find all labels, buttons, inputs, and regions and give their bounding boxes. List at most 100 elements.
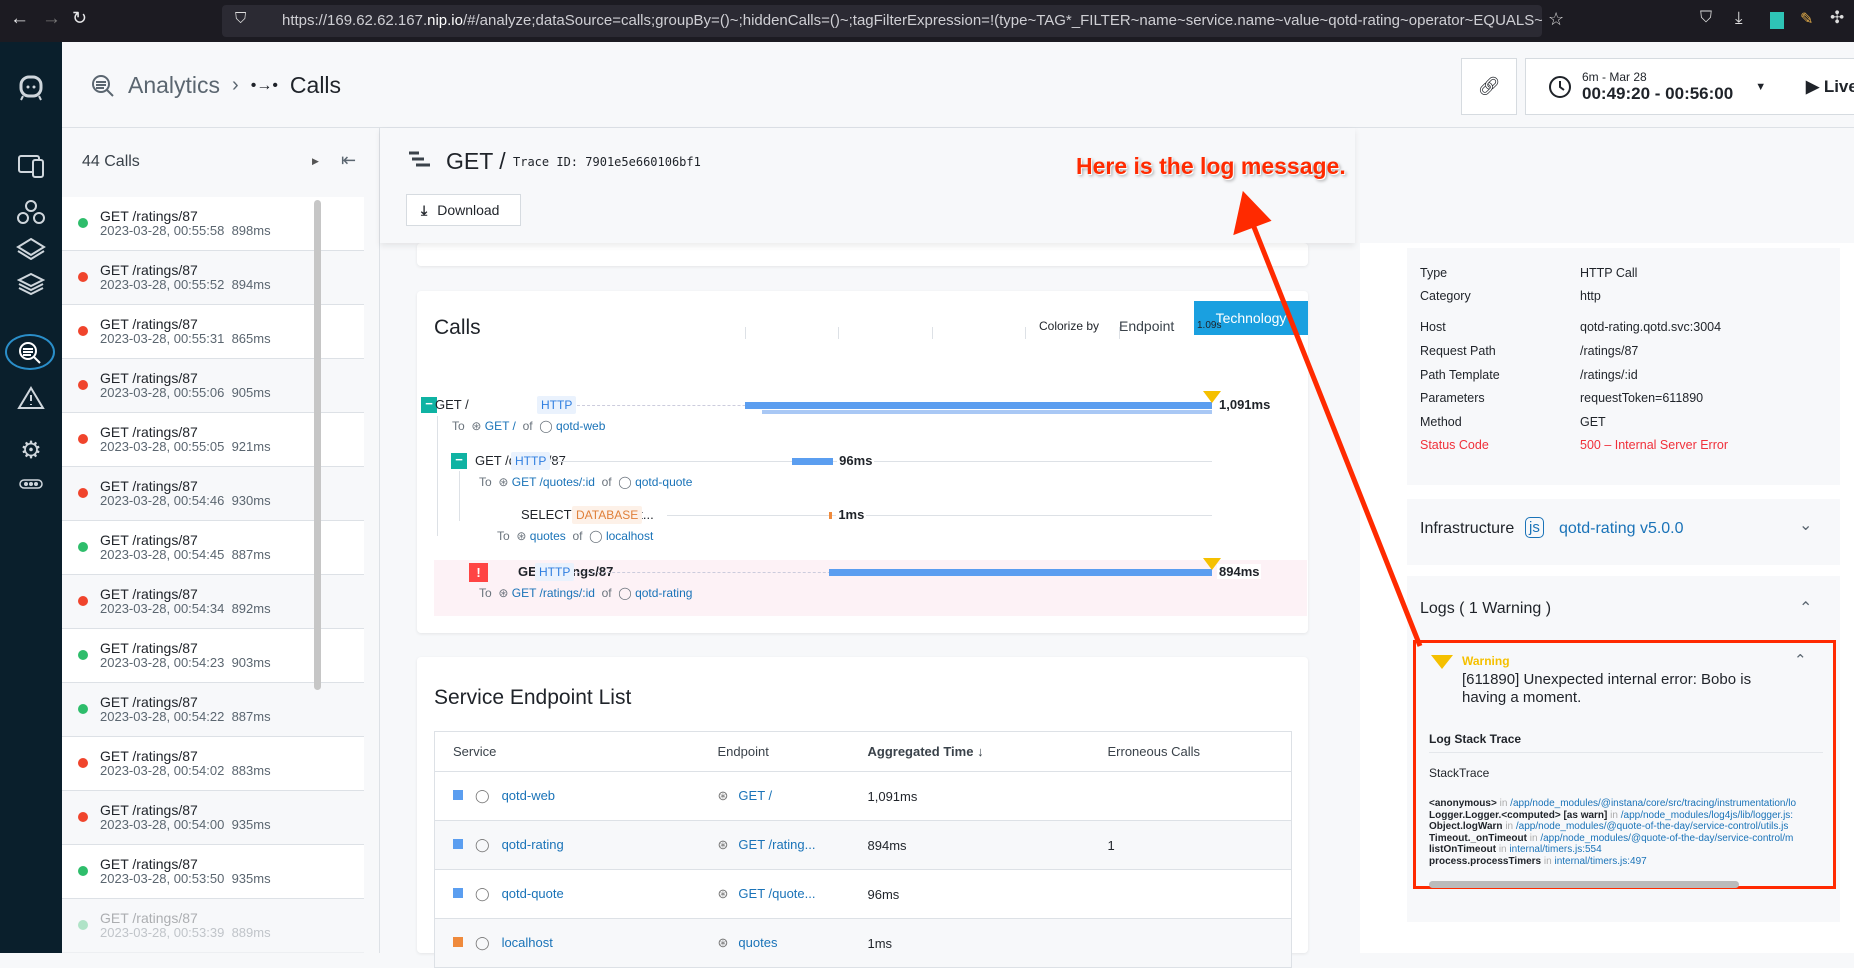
col-service[interactable]: Service <box>435 732 700 772</box>
col-endpoint[interactable]: Endpoint <box>700 732 850 772</box>
service-link[interactable]: qotd-web <box>556 419 605 433</box>
endpoint-row[interactable]: ◯ qotd-quote ⊛ GET /quote... 96ms <box>434 870 1292 919</box>
chevron-up-icon[interactable]: ⌃ <box>1794 651 1807 669</box>
service-link[interactable]: qotd-rating <box>502 837 564 852</box>
to-label: To <box>479 586 492 600</box>
call-list-item[interactable]: GET /ratings/87 2023-03-28, 00:54:22 887… <box>62 683 364 737</box>
endpoint-link[interactable]: GET / <box>485 419 516 433</box>
save-extension-icon[interactable] <box>1770 12 1784 29</box>
duration-bar[interactable] <box>829 569 1212 576</box>
endpoint-link[interactable]: quotes <box>530 529 566 543</box>
endpoint-row[interactable]: ◯ localhost ⊛ quotes 1ms <box>434 918 1292 968</box>
stack-horizontal-scrollbar[interactable] <box>1429 881 1739 888</box>
endpoint-row[interactable]: ◯ qotd-rating ⊛ GET /rating... 894ms 1 <box>434 820 1292 870</box>
breadcrumb-analytics[interactable]: Analytics <box>128 72 220 99</box>
infrastructure-entity-link[interactable]: qotd-rating v5.0.0 <box>1559 520 1684 538</box>
pocket-icon[interactable]: ⛉ <box>1700 9 1712 27</box>
detail-key: Method <box>1420 415 1462 429</box>
frame-location-link[interactable]: /app/node_modules/@instana/core/src/trac… <box>1510 798 1796 809</box>
call-list-item[interactable]: GET /ratings/87 2023-03-28, 00:53:39 889… <box>62 899 364 953</box>
col-aggregated-time[interactable]: Aggregated Time ↓ <box>850 732 1090 772</box>
back-icon[interactable]: ← <box>10 8 29 30</box>
calls-list-scrollbar[interactable] <box>314 200 321 690</box>
more-icon[interactable] <box>13 466 49 502</box>
extension-icon[interactable]: ✎ <box>1800 9 1813 29</box>
duration-bar[interactable] <box>792 458 834 465</box>
time-tick <box>745 327 746 339</box>
puzzle-icon[interactable]: ✣ <box>1830 8 1844 28</box>
collapse-toggle-icon[interactable]: − <box>451 453 467 469</box>
tree-line <box>437 416 438 536</box>
websites-mobile-icon[interactable] <box>13 148 49 184</box>
live-button[interactable]: ▶ Live <box>1782 58 1854 115</box>
events-warning-icon[interactable] <box>13 380 49 416</box>
breadcrumb: Analytics › •→• Calls <box>90 72 341 99</box>
call-time: 2023-03-28, 00:55:31 <box>100 331 225 346</box>
call-time: 2023-03-28, 00:54:02 <box>100 763 225 778</box>
endpoint-row[interactable]: ◯ qotd-web ⊛ GET / 1,091ms <box>434 772 1292 821</box>
download-icon[interactable]: ⤓ <box>1735 8 1743 28</box>
call-duration: 894ms <box>231 277 271 292</box>
call-list-item[interactable]: GET /ratings/87 2023-03-28, 00:54:00 935… <box>62 791 364 845</box>
collapse-panel-icon[interactable]: ⇤ <box>341 150 356 171</box>
endpoint-link[interactable]: GET / <box>738 788 772 803</box>
url-bar[interactable]: https://169.62.62.167.nip.io/#/analyze;d… <box>222 5 1542 37</box>
chevron-down-icon[interactable]: ⌄ <box>1799 515 1812 535</box>
frame-location-link[interactable]: /app/node_modules/@quote-of-the-day/serv… <box>1540 833 1793 844</box>
frame-location-link[interactable]: /app/node_modules/@quote-of-the-day/serv… <box>1516 821 1789 832</box>
service-link[interactable]: qotd-rating <box>635 586 692 600</box>
duration-bar[interactable] <box>829 512 833 519</box>
call-row-name[interactable]: GET / <box>435 397 469 412</box>
col-erroneous-calls[interactable]: Erroneous Calls <box>1090 732 1292 772</box>
forward-icon[interactable]: → <box>42 8 61 30</box>
live-label: Live <box>1823 76 1854 96</box>
applications-icon[interactable] <box>13 194 49 230</box>
status-dot <box>78 434 88 444</box>
call-list-item[interactable]: GET /ratings/87 2023-03-28, 00:54:02 883… <box>62 737 364 791</box>
error-icon: ! <box>469 563 488 582</box>
call-list-item[interactable]: GET /ratings/87 2023-03-28, 00:53:50 935… <box>62 845 364 899</box>
call-duration: 935ms <box>231 817 271 832</box>
reload-icon[interactable]: ↻ <box>72 8 87 29</box>
service-link[interactable]: qotd-web <box>502 788 555 803</box>
analytics-icon[interactable] <box>5 334 55 370</box>
frame-location-link[interactable]: internal/timers.js:554 <box>1509 844 1601 855</box>
warning-marker-icon <box>1203 391 1221 403</box>
service-link[interactable]: qotd-quote <box>502 886 564 901</box>
stack-frame: <anonymous> in /app/node_modules/@instan… <box>1429 798 1823 810</box>
frame-location-link[interactable]: internal/timers.js:497 <box>1554 856 1646 867</box>
bookmark-star-icon[interactable]: ☆ <box>1548 9 1564 30</box>
endpoint-link[interactable]: GET /ratings/:id <box>512 586 595 600</box>
settings-gear-icon[interactable]: ⚙ <box>13 432 49 468</box>
infrastructure-icon[interactable] <box>13 266 49 302</box>
service-link[interactable]: localhost <box>606 529 653 543</box>
time-range-picker[interactable]: 6m - Mar 28 00:49:20 - 00:56:00 ▼ <box>1525 58 1783 115</box>
call-time: 2023-03-28, 00:54:22 <box>100 709 225 724</box>
endpoint-link[interactable]: GET /rating... <box>738 837 815 852</box>
infrastructure-label: Infrastructure <box>1420 520 1515 537</box>
technology-tag: DATABASE <box>572 506 643 524</box>
frame-location-link[interactable]: /app/node_modules/log4js/lib/logger.js: <box>1621 810 1793 821</box>
endpoint-link[interactable]: GET /quotes/:id <box>512 475 595 489</box>
call-duration: 921ms <box>231 439 271 454</box>
service-link[interactable]: localhost <box>502 935 553 950</box>
endpoint-link[interactable]: quotes <box>738 935 777 950</box>
expand-caret-icon[interactable]: ▶ <box>312 156 319 167</box>
sort-desc-icon: ↓ <box>977 744 984 759</box>
technology-tag: HTTP <box>537 396 577 414</box>
endpoint-link[interactable]: GET /quote... <box>738 886 815 901</box>
status-dot <box>78 326 88 336</box>
status-dot <box>78 812 88 822</box>
duration-bar[interactable] <box>745 402 1212 409</box>
copy-link-button[interactable]: 🔗︎ <box>1461 58 1517 115</box>
download-button[interactable]: ⤓ Download <box>406 194 521 226</box>
download-icon: ⤓ <box>421 201 428 218</box>
service-link[interactable]: qotd-quote <box>635 475 692 489</box>
aggregated-time-cell: 96ms <box>867 886 900 902</box>
chevron-up-icon[interactable]: ⌃ <box>1799 598 1812 618</box>
call-duration: 930ms <box>231 493 271 508</box>
instana-logo-icon[interactable] <box>13 70 49 106</box>
call-title: GET /ratings/87 <box>100 856 198 872</box>
platforms-icon[interactable] <box>13 230 49 266</box>
infrastructure-section[interactable]: Infrastructure js qotd-rating v5.0.0 ⌄ <box>1407 499 1840 565</box>
